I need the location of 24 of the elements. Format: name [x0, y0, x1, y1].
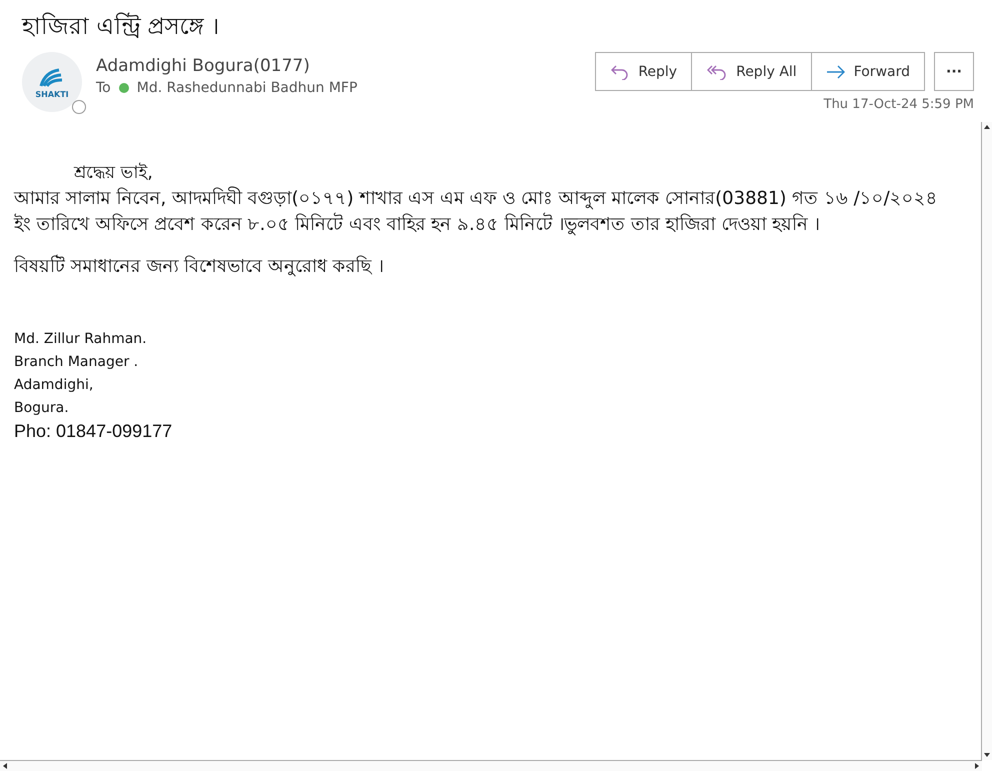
vertical-scrollbar[interactable]: [981, 122, 992, 760]
recipient-name[interactable]: Md. Rashedunnabi Badhun MFP: [136, 80, 358, 96]
signature-line: Md. Zillur Rahman.: [14, 330, 148, 349]
reply-arrow-icon: [610, 64, 630, 80]
sender-name[interactable]: Adamdighi Bogura(0177): [96, 56, 596, 76]
sender-avatar: SHAKTI: [22, 52, 82, 112]
body-paragraph: বিষয়টি সমাধানের জন্য বিশেষভাবে অনুরোধ করছি ।: [14, 254, 384, 279]
right-arrow-icon: [826, 64, 846, 78]
greeting-text: শ্রদ্ধেয় ভাই,: [74, 162, 154, 185]
body-paragraph: আমার সালাম নিবেন, আদমদিঘী বগুড়া(০১৭৭) শাখার এস এম এফ ও মোঃ আব্দুল মালেক সোনার(03881) গত ১৬ /১০/২০২৪ ইং তারিখে অফিসে প্রবেশ করেন ৮.০৫ মিনিটে এবং বাহির হন ৯.৪৫ মিনিটে ।ভুলবশত তার হাজিরা দেওয়া হয়নি ।: [14, 186, 939, 238]
email-subject: হাজিরা এন্ট্রি প্রসঙ্গে ।: [20, 12, 220, 40]
presence-status-icon: [72, 100, 86, 114]
double-reply-arrow-icon: [706, 64, 728, 80]
reply-all-button[interactable]: Reply All: [691, 52, 812, 91]
signature-line: Bogura.: [14, 399, 70, 418]
forward-button[interactable]: Forward: [810, 52, 925, 91]
reply-button[interactable]: Reply: [595, 52, 692, 91]
signature-line: Adamdighi,: [14, 376, 94, 395]
sent-date: Thu 17-Oct-24 5:59 PM: [824, 97, 974, 112]
phone-number: Pho: 01847-099177: [14, 420, 174, 443]
more-actions-button[interactable]: ···: [934, 52, 974, 91]
signature-line: Branch Manager .: [14, 353, 140, 372]
horizontal-scrollbar[interactable]: [0, 760, 982, 771]
to-label: To: [96, 80, 111, 96]
